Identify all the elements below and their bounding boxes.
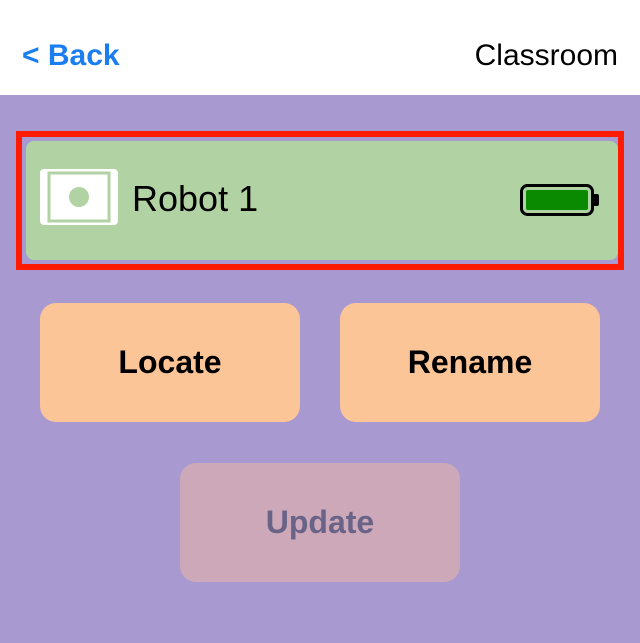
robot-card[interactable]: Robot 1 (26, 141, 618, 260)
page-title: Classroom (474, 39, 618, 72)
update-button[interactable]: Update (180, 463, 460, 582)
robot-name: Robot 1 (132, 178, 259, 219)
header-bar: < Back Classroom (0, 0, 640, 95)
rename-button[interactable]: Rename (340, 303, 600, 422)
robot-detail-panel: Robot 1 Locate Rename Update (0, 95, 640, 643)
robot-icon (40, 169, 118, 225)
robot-icon-graphic (42, 171, 116, 223)
selected-robot-highlight: Robot 1 (16, 131, 624, 270)
locate-button[interactable]: Locate (40, 303, 300, 422)
battery-icon (520, 184, 600, 216)
back-button[interactable]: < Back (22, 38, 120, 74)
